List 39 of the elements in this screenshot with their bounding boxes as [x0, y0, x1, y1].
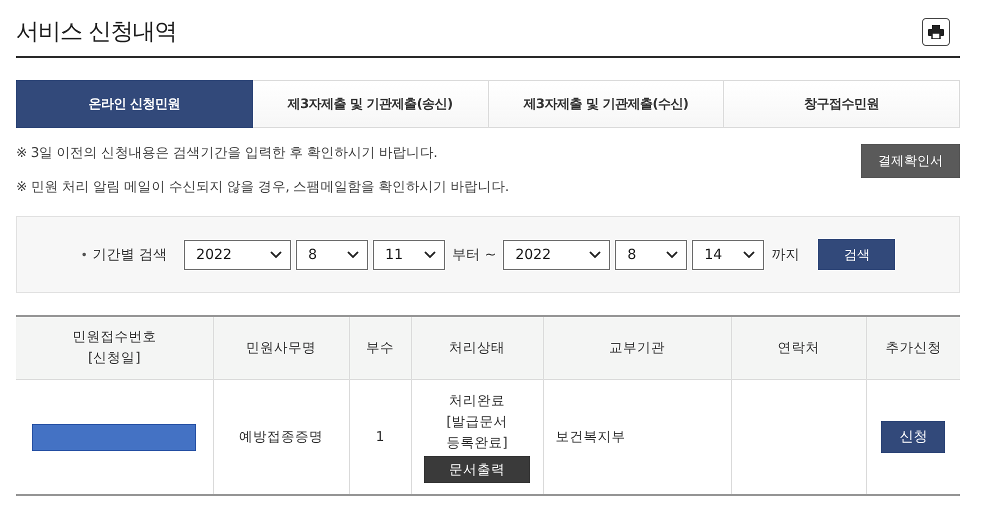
status-text: 처리완료 [발급문서 등록완료] — [445, 392, 509, 453]
select-field[interactable]: 2022 — [184, 240, 292, 270]
column-header: 연락처 — [731, 316, 866, 380]
chevron-down-icon — [347, 250, 360, 258]
column-header: 민원접수번호 [신청일] — [16, 316, 213, 380]
payment-receipt-button[interactable]: 결제확인서 — [861, 144, 960, 178]
select-field[interactable]: 11 — [373, 240, 446, 270]
select-field[interactable]: 8 — [615, 240, 688, 270]
table-cell: 1 — [349, 380, 411, 495]
bullet-text: • — [80, 248, 88, 262]
tab[interactable]: 제3자제출 및 기관제출(수신) — [488, 80, 724, 128]
tab[interactable]: 온라인 신청민원 — [16, 80, 253, 128]
search-label: 기간별 검색 — [92, 246, 168, 264]
column-header: 처리상태 — [411, 316, 543, 380]
apply-button[interactable]: 신청 — [881, 421, 946, 453]
column-header: 민원사무명 — [213, 316, 349, 380]
range-text: 까지 — [771, 246, 800, 264]
table-cell: 보건복지부 — [543, 380, 731, 495]
search-button[interactable]: 검색 — [818, 239, 896, 270]
chevron-down-icon — [589, 250, 602, 258]
select-field[interactable]: 8 — [296, 240, 368, 270]
chevron-down-icon — [666, 250, 678, 258]
print-icon[interactable] — [922, 18, 950, 46]
print-document-button[interactable]: 문서출력 — [424, 456, 530, 483]
page-title: 서비스 신청내역 — [16, 18, 176, 47]
select-field[interactable]: 2022 — [503, 240, 610, 270]
column-header: 추가신청 — [866, 316, 960, 380]
tab[interactable]: 창구접수민원 — [724, 80, 960, 128]
notice-text: ※ 민원 처리 알림 메일이 수신되지 않을 경우, 스팸메일함을 확인하시기 바랍니다. — [16, 178, 509, 196]
notice-text: ※ 3일 이전의 신청내용은 검색기간을 입력한 후 확인하시기 바랍니다. — [16, 144, 438, 162]
tab[interactable]: 제3자제출 및 기관제출(송신) — [252, 80, 488, 128]
chevron-down-icon — [270, 250, 282, 258]
range-text: 부터 ~ — [452, 246, 496, 264]
table-cell: 예방접종증명 — [213, 380, 349, 495]
select-field[interactable]: 14 — [692, 240, 764, 270]
chevron-down-icon — [743, 250, 756, 258]
column-header: 교부기관 — [543, 316, 731, 380]
chevron-down-icon — [424, 250, 436, 258]
column-header: 부수 — [349, 316, 411, 380]
